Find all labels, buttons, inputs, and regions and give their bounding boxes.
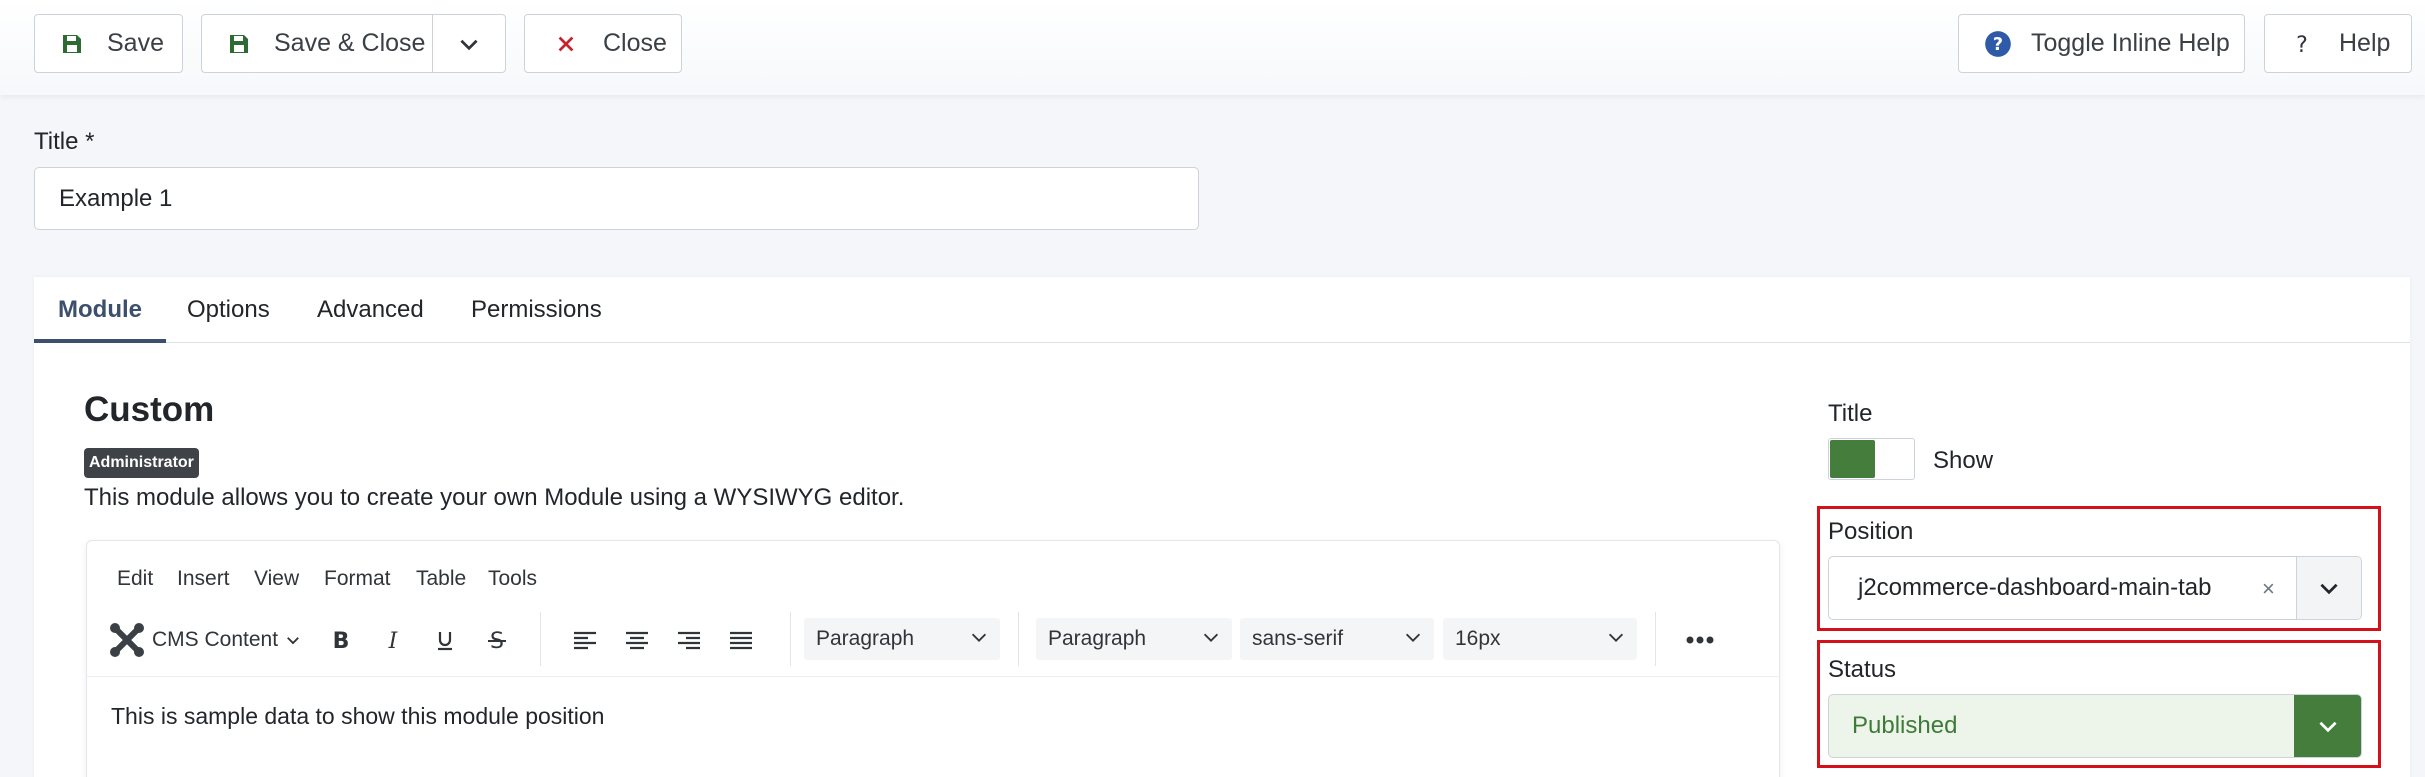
chevron-down-icon [1608,633,1624,642]
align-center-button[interactable] [617,620,657,660]
strikethrough-icon: S [488,629,506,652]
chevron-down-icon [2320,583,2338,595]
chevron-down-icon [971,633,987,642]
question-circle-icon: ? [1983,29,2013,59]
align-justify-icon [730,631,752,650]
cms-content-label: CMS Content [152,628,279,651]
tab-advanced[interactable]: Advanced [293,277,448,343]
title-field-label: Title * [34,128,95,155]
client-badge: Administrator [84,448,199,478]
italic-button[interactable]: I [373,620,413,660]
editor-menu-table[interactable]: Table [416,567,466,591]
toggle-knob [1830,440,1875,478]
strikethrough-button[interactable]: S [477,620,517,660]
paragraph-style-select[interactable]: Paragraph [1036,618,1232,660]
editor-menu-format[interactable]: Format [324,567,391,591]
chevron-down-icon [1203,633,1219,642]
help-label: Help [2339,29,2391,57]
align-center-icon [626,631,648,650]
cms-content-button[interactable]: CMS Content [108,620,308,660]
editor-menu-insert[interactable]: Insert [177,567,230,591]
tab-bar: Module Options Advanced Permissions [34,277,2410,343]
font-family-select[interactable]: sans-serif [1240,618,1434,660]
svg-text:?: ? [1993,34,2003,54]
joomla-logo-icon [110,623,144,657]
toolbar-separator [790,612,791,666]
editor-content[interactable]: This is sample data to show this module … [111,703,604,730]
bold-icon: B [333,629,350,652]
x-mark-icon [551,29,581,59]
font-size-select[interactable]: 16px [1443,618,1637,660]
block-format-select[interactable]: Paragraph [804,618,1000,660]
more-tools-button[interactable] [1680,620,1720,660]
editor-menu-tools[interactable]: Tools [488,567,537,591]
toolbar-separator [540,612,541,666]
editor-menu-view[interactable]: View [254,567,299,591]
position-label: Position [1828,518,1914,545]
status-value: Published [1852,712,1958,739]
chevron-down-icon [1405,633,1421,642]
show-title-toggle[interactable] [1828,438,1915,480]
status-dropdown-toggle[interactable] [2294,695,2361,757]
paragraph-style-value: Paragraph [1048,627,1147,650]
position-clear-button[interactable]: × [2262,576,2275,602]
show-title-value: Show [1933,447,1994,474]
toggle-inline-help-button[interactable]: ? Toggle Inline Help [1958,14,2245,73]
position-dropdown-toggle[interactable] [2296,557,2361,619]
toolbar-separator [1655,612,1656,666]
module-heading: Custom [84,390,215,429]
editor-toolbar-divider [86,676,1780,677]
question-mark-icon: ? [2287,29,2317,59]
toggle-inline-help-label: Toggle Inline Help [2031,29,2230,57]
save-options-dropdown[interactable] [433,15,505,72]
show-title-label: Title [1828,400,1873,427]
block-format-value: Paragraph [816,627,915,650]
position-value: j2commerce-dashboard-main-tab [1858,574,2212,601]
align-left-button[interactable] [565,620,605,660]
save-close-button[interactable]: Save & Close [274,29,425,58]
save-button[interactable]: Save [34,14,183,73]
close-button[interactable]: Close [524,14,682,73]
status-label: Status [1828,656,1897,683]
chevron-down-icon [460,39,478,50]
align-right-button[interactable] [669,620,709,660]
save-label: Save [107,29,164,57]
underline-button[interactable] [425,620,465,660]
chevron-down-icon [287,637,299,645]
svg-text:B: B [333,629,350,652]
svg-text:?: ? [2296,33,2308,56]
font-family-value: sans-serif [1252,627,1344,650]
close-label: Close [603,29,667,57]
bold-button[interactable]: B [321,620,361,660]
underline-icon [438,632,452,651]
align-justify-button[interactable] [721,620,761,660]
chevron-down-icon [2318,721,2337,733]
align-left-icon [574,631,596,650]
tab-permissions[interactable]: Permissions [447,277,626,343]
italic-icon: I [388,629,399,652]
toolbar-separator [1018,612,1019,666]
help-button[interactable]: ? Help [2264,14,2412,73]
svg-text:I: I [388,629,399,652]
editor-menu-edit[interactable]: Edit [117,567,153,591]
tab-options[interactable]: Options [163,277,294,343]
font-size-value: 16px [1455,627,1501,650]
floppy-disk-icon [57,29,87,59]
align-right-icon [678,631,700,650]
title-input[interactable]: Example 1 [34,167,1199,230]
module-description: This module allows you to create your ow… [84,484,905,511]
ellipsis-icon [1686,636,1714,644]
tab-module[interactable]: Module [34,277,166,343]
floppy-disk-icon [224,29,254,59]
